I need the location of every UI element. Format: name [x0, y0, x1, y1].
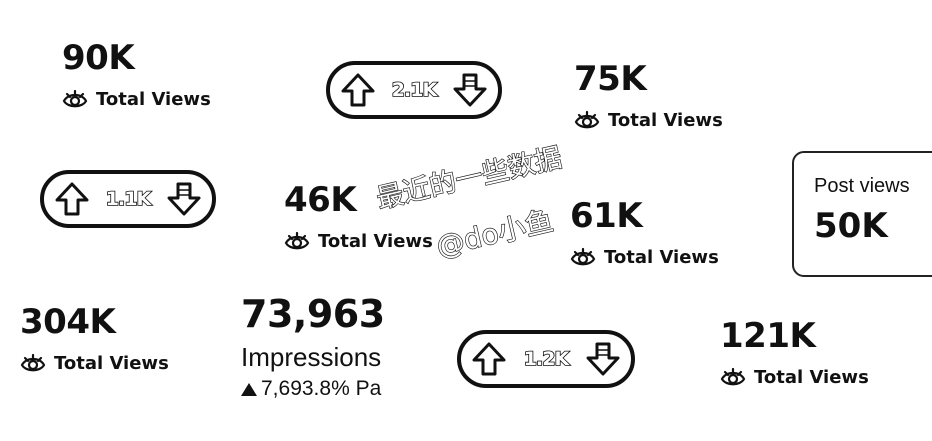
stat-value: 304K: [20, 302, 116, 342]
stat-value: 90K: [62, 38, 135, 78]
stat-subline: Total Views: [574, 109, 723, 131]
stat-75k: 75K Total Views: [574, 61, 723, 131]
vote-count: 2.1K: [391, 78, 438, 102]
upvote-arrow-icon[interactable]: [340, 72, 376, 108]
stat-subline: Total Views: [720, 366, 869, 388]
impressions-value: 73,963: [241, 292, 385, 336]
post-views-value: 50K: [814, 206, 888, 246]
stat-label: Total Views: [96, 88, 211, 110]
stat-304k: 304K Total Views: [20, 304, 169, 374]
stat-label: Total Views: [608, 109, 723, 131]
eye-icon: [20, 352, 46, 374]
eye-icon: [720, 366, 746, 388]
post-views-label: Post views: [814, 175, 910, 197]
eye-icon: [574, 109, 600, 131]
downvote-arrow-icon[interactable]: [166, 181, 202, 217]
stat-label: Total Views: [604, 246, 719, 268]
stat-label: Total Views: [318, 230, 433, 252]
impressions-block: 73,963 Impressions 7,693.8% Pa: [241, 292, 385, 401]
stat-61k: 61K Total Views: [570, 198, 719, 268]
vote-pill: 1.1K: [40, 170, 216, 228]
eye-icon: [62, 88, 88, 110]
upvote-arrow-icon[interactable]: [54, 181, 90, 217]
stat-121k: 121K Total Views: [720, 318, 869, 388]
eye-icon: [570, 246, 596, 268]
stat-value: 61K: [570, 196, 643, 236]
stat-label: Total Views: [754, 366, 869, 388]
impressions-change: 7,693.8% Pa: [241, 377, 385, 401]
stat-value: 121K: [720, 316, 816, 356]
vote-pill: 2.1K: [326, 61, 502, 119]
downvote-arrow-icon[interactable]: [585, 341, 621, 377]
stat-value: 75K: [574, 59, 647, 99]
stat-90k: 90K Total Views: [62, 40, 211, 110]
post-views-card: Post views 50K: [792, 151, 932, 277]
stat-subline: Total Views: [62, 88, 211, 110]
upvote-arrow-icon[interactable]: [471, 341, 507, 377]
triangle-up-icon: [241, 382, 257, 396]
stat-subline: Total Views: [570, 246, 719, 268]
vote-count: 1.1K: [105, 187, 152, 211]
downvote-arrow-icon[interactable]: [452, 72, 488, 108]
impressions-label: Impressions: [241, 342, 382, 372]
vote-count: 1.2K: [523, 347, 570, 371]
eye-icon: [284, 230, 310, 252]
stat-label: Total Views: [54, 352, 169, 374]
stat-subline: Total Views: [284, 230, 433, 252]
vote-pill: 1.2K: [457, 330, 635, 388]
stat-subline: Total Views: [20, 352, 169, 374]
impressions-change-text: 7,693.8% Pa: [261, 377, 382, 400]
watermark-line2: @do小鱼: [432, 203, 557, 264]
